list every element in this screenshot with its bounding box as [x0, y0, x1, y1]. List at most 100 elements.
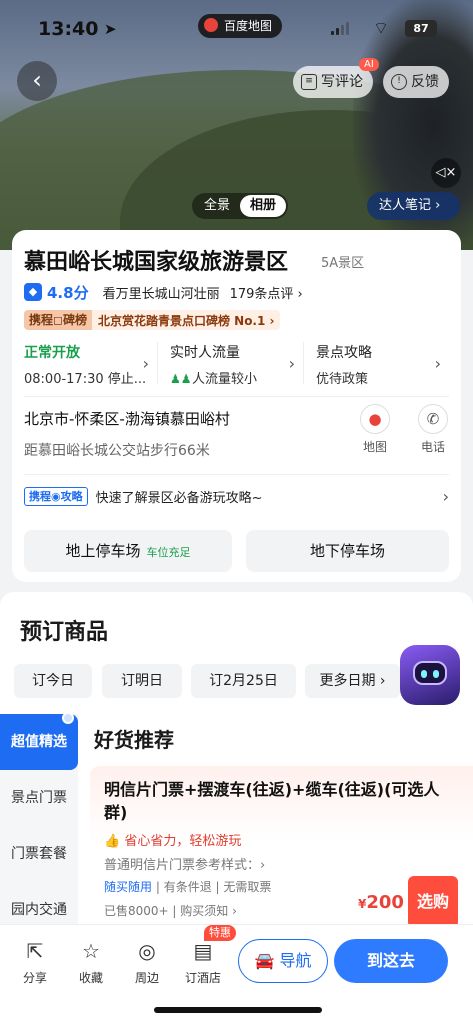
- parking-ground-button[interactable]: 地上停车场 车位充足: [24, 530, 232, 572]
- sidebar-item-tickets[interactable]: 景点门票: [0, 770, 78, 826]
- tag-no-pickup: 无需取票: [223, 880, 272, 894]
- open-status: 正常开放: [24, 345, 80, 361]
- status-time: 13:40: [38, 18, 99, 40]
- ai-assistant-button[interactable]: [400, 645, 460, 705]
- buy-button[interactable]: 选购: [408, 876, 458, 928]
- people-icon: ♟♟: [170, 372, 192, 386]
- category-sidebar: 超值精选 景点门票 门票套餐 园内交通: [0, 712, 78, 954]
- chevron-right-icon: ›: [434, 354, 441, 373]
- feedback-button[interactable]: ! 反馈: [383, 66, 449, 98]
- poi-title: 慕田峪长城国家级旅游景区: [24, 250, 289, 275]
- tab-panorama[interactable]: 全景: [194, 195, 240, 217]
- rating-row[interactable]: ◆ 4.8分 看万里长城山河壮丽 179条点评 ›: [24, 282, 303, 302]
- expert-notes-button[interactable]: 达人笔记 ›: [367, 192, 461, 220]
- nearby-button[interactable]: ◎ 周边: [124, 939, 170, 986]
- price-value: 200: [366, 892, 404, 913]
- product-tags: 随买随用 | 有条件退 | 无需取票: [104, 880, 272, 894]
- battery-indicator: 87: [405, 20, 437, 37]
- divider: [24, 474, 449, 475]
- strategy-text: 快速了解景区必备游玩攻略~: [95, 490, 263, 506]
- date-chip-today[interactable]: 订今日: [14, 664, 92, 698]
- speaker-mute-icon: ◁×: [435, 165, 457, 180]
- chevron-right-icon: ›: [288, 354, 295, 373]
- collect-label: 收藏: [78, 971, 103, 985]
- back-arrow-icon: ‹: [32, 66, 42, 94]
- opening-hours: 08:00-17:30 停止...: [24, 372, 147, 387]
- crowd-cell[interactable]: 实时人流量 ♟♟人流量较小 ›: [157, 342, 303, 387]
- ticket-style-link[interactable]: 普通明信片门票参考样式：›: [104, 854, 265, 873]
- star-icon: ☆: [82, 939, 100, 963]
- sidebar-item-packages[interactable]: 门票套餐: [0, 826, 78, 882]
- sold-count[interactable]: 已售8000+ | 购买须知 ›: [104, 902, 237, 919]
- feedback-label: 反馈: [411, 74, 439, 90]
- map-button[interactable]: ● 地图: [355, 404, 395, 455]
- booking-title: 预订商品: [20, 620, 109, 645]
- go-here-button[interactable]: 到这去: [334, 939, 448, 983]
- opening-hours-cell[interactable]: 正常开放 08:00-17:30 停止... ›: [24, 342, 157, 387]
- grade-badge: 5A景区: [321, 256, 365, 271]
- signal-icon: [331, 22, 349, 35]
- navigate-button[interactable]: 🚘 导航: [238, 939, 328, 983]
- phone-label: 电话: [420, 440, 445, 454]
- car-icon: 🚘: [254, 951, 275, 970]
- review-count-link[interactable]: 179条点评 ›: [230, 283, 303, 302]
- distance-hint: 距慕田峪长城公交站步行66米: [24, 443, 210, 459]
- sidebar-item-featured[interactable]: 超值精选: [0, 712, 78, 770]
- date-chip-more[interactable]: 更多日期 ›: [305, 664, 400, 698]
- write-review-button[interactable]: ≡ 写评论: [293, 66, 373, 98]
- address[interactable]: 北京市-怀柔区-渤海镇慕田峪村: [24, 408, 230, 429]
- ai-badge: AI: [359, 58, 379, 71]
- share-button[interactable]: ⇱ 分享: [12, 939, 58, 986]
- rank-source: 携程◻碑榜: [24, 310, 92, 330]
- poi-slogan: 看万里长城山河壮丽: [102, 286, 220, 302]
- strategy-row[interactable]: 携程◉攻略 快速了解景区必备游玩攻略~ ›: [24, 485, 449, 507]
- parking-underground-button[interactable]: 地下停车场: [246, 530, 449, 572]
- parking-ground-label: 地上停车场: [65, 542, 141, 560]
- rating-score: 4.8分: [47, 283, 89, 302]
- compass-icon: ◎: [138, 939, 156, 963]
- phone-icon: ✆: [418, 404, 448, 434]
- product-name: 明信片门票+摆渡车(往返)+缆车(往返)(可选人群): [104, 780, 440, 822]
- location-arrow-icon: ➤: [104, 20, 117, 38]
- product-slogan: 👍 省心省力，轻松游玩: [104, 834, 242, 849]
- view-toggle[interactable]: 全景 相册: [192, 193, 289, 219]
- map-label: 地图: [362, 440, 387, 454]
- hotel-icon: ▤: [193, 939, 213, 963]
- guide-cell[interactable]: 景点攻略 优待政策 ›: [303, 342, 449, 387]
- app-label: 百度地图: [224, 19, 273, 33]
- comment-icon: ≡: [301, 74, 317, 90]
- parking-status: 车位充足: [146, 546, 191, 559]
- share-label: 分享: [22, 971, 47, 985]
- guide-label: 景点攻略: [316, 345, 372, 361]
- rating-icon: ◆: [24, 283, 42, 301]
- app-indicator: 百度地图: [198, 14, 283, 38]
- crowd-value: 人流量较小: [192, 372, 258, 387]
- parking-underground-label: 地下停车场: [309, 542, 385, 560]
- ranking-badge[interactable]: 携程◻碑榜 北京赏花踏青景点口碑榜 No.1 ›: [24, 310, 281, 330]
- mute-button[interactable]: ◁×: [431, 158, 461, 188]
- date-chip-feb25[interactable]: 订2月25日: [191, 664, 296, 698]
- sidebar-item-label: 超值精选: [11, 734, 67, 750]
- robot-icon: [413, 661, 447, 685]
- indicator-dot: [62, 712, 74, 724]
- date-chip-tomorrow[interactable]: 订明日: [102, 664, 182, 698]
- collect-button[interactable]: ☆ 收藏: [68, 939, 114, 986]
- hotel-button[interactable]: ▤ 订酒店: [180, 939, 226, 986]
- tag-instant: 随买随用: [104, 880, 153, 894]
- share-icon: ⇱: [26, 939, 44, 963]
- chevron-right-icon: ›: [442, 486, 449, 506]
- tab-album[interactable]: 相册: [240, 195, 287, 217]
- map-pin-icon: ●: [360, 404, 390, 434]
- tag-refund: 有条件退: [163, 880, 212, 894]
- hotel-label: 订酒店: [184, 971, 221, 985]
- navigate-label: 导航: [279, 951, 312, 970]
- rank-text: 北京赏花踏青景点口碑榜 No.1 ›: [97, 313, 275, 328]
- recommend-title: 好货推荐: [94, 728, 174, 752]
- home-indicator: [154, 1007, 322, 1013]
- strategy-tag: 携程◉攻略: [24, 486, 88, 506]
- product-price: ¥200: [358, 892, 404, 913]
- guide-value: 优待政策: [316, 372, 369, 387]
- phone-button[interactable]: ✆ 电话: [413, 404, 453, 455]
- map-pin-icon: [204, 18, 218, 32]
- back-button[interactable]: ‹: [17, 61, 57, 101]
